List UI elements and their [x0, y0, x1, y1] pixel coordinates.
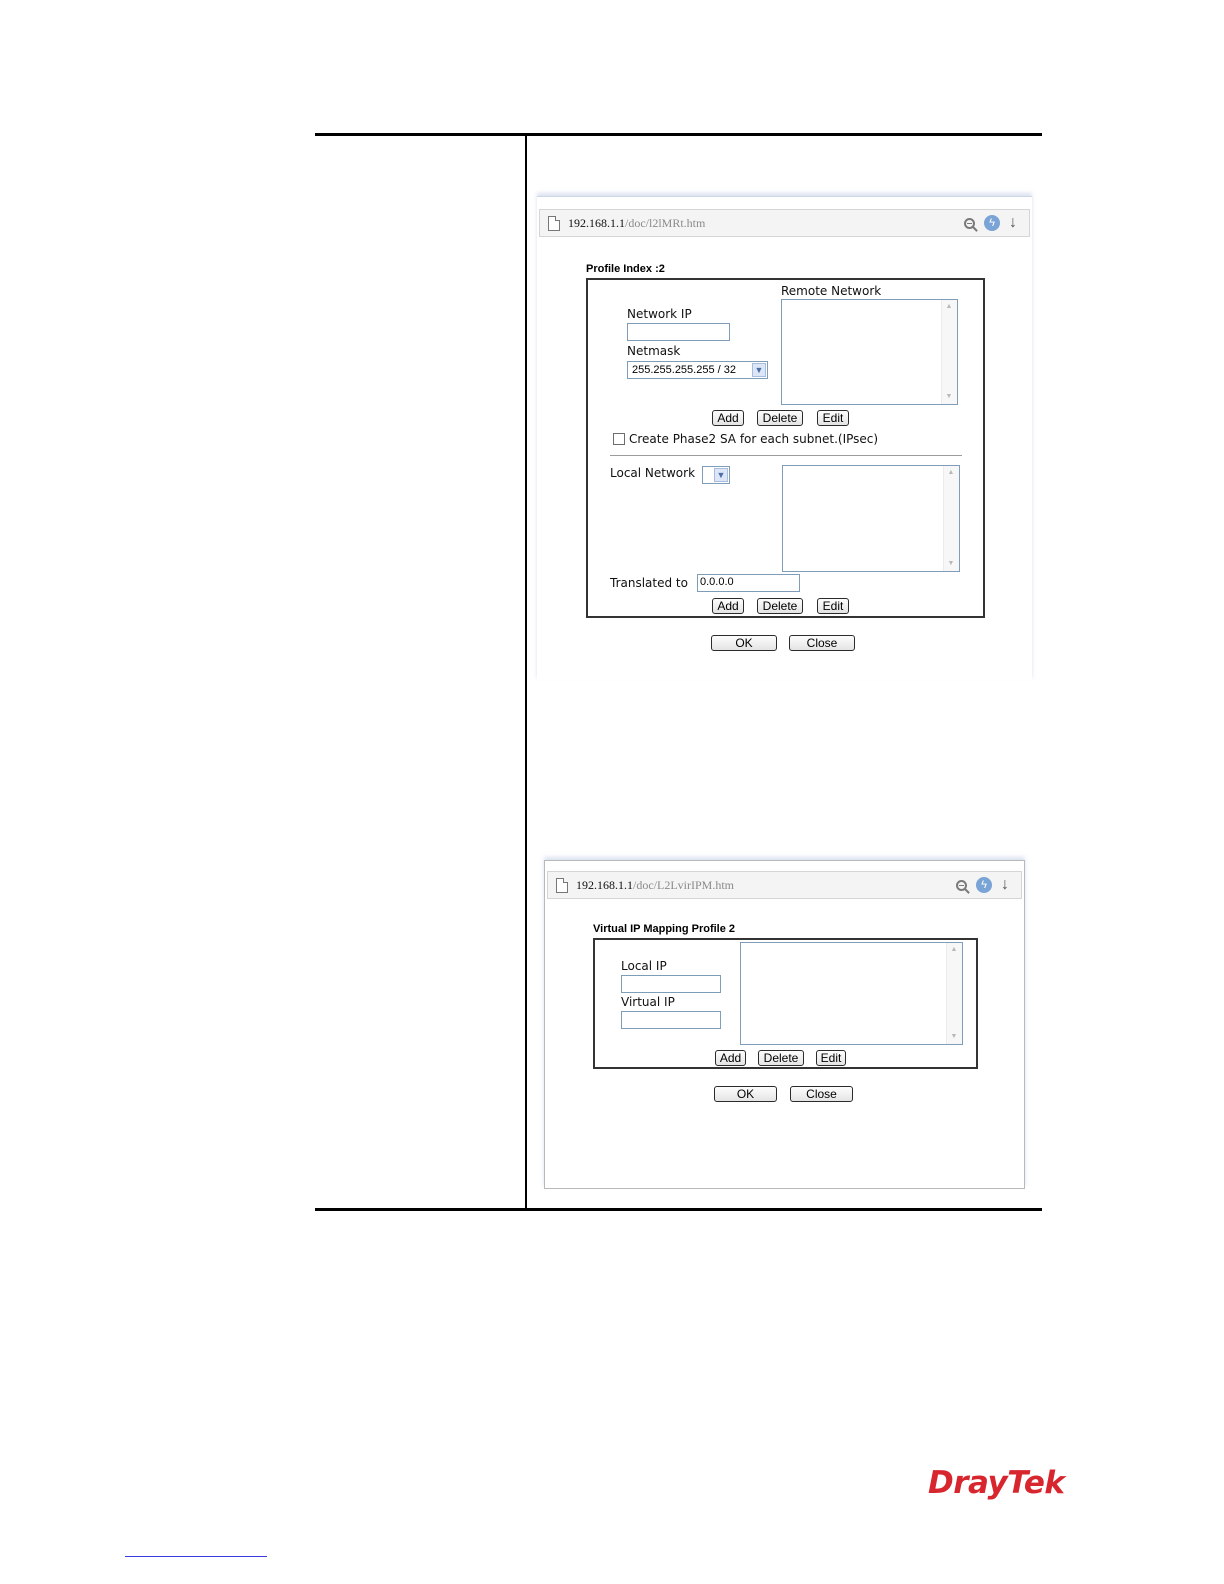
divider — [610, 455, 962, 456]
mapping-edit-button[interactable]: Edit — [816, 1050, 846, 1066]
phase2-checkbox[interactable] — [613, 433, 625, 445]
local-ip-input[interactable] — [621, 975, 721, 993]
ok-button[interactable]: OK — [711, 635, 777, 651]
close-button[interactable]: Close — [789, 635, 855, 651]
profile-index-title: Profile Index :2 — [586, 263, 665, 275]
translated-to-label: Translated to — [610, 576, 688, 590]
mapping-add-button[interactable]: Add — [715, 1050, 746, 1066]
chevron-down-icon[interactable]: ▼ — [714, 468, 728, 482]
table-bottom-rule — [315, 1208, 1042, 1211]
netmask-select[interactable]: 255.255.255.255 / 32 ▼ — [627, 361, 768, 379]
local-network-label: Local Network — [610, 466, 696, 480]
local-network-select[interactable]: ▼ — [702, 466, 730, 484]
address-bar[interactable]: 192.168.1.1/doc/L2LvirIPM.htm ϟ ↓ — [547, 871, 1022, 899]
scroll-up-icon[interactable]: ▲ — [946, 468, 956, 478]
network-ip-label: Network IP — [627, 307, 692, 321]
network-ip-input[interactable] — [627, 323, 730, 341]
ok-button[interactable]: OK — [714, 1086, 777, 1102]
address-url[interactable]: 192.168.1.1/doc/L2LvirIPM.htm — [576, 878, 956, 893]
chevron-down-icon[interactable]: ▼ — [752, 363, 766, 377]
scroll-down-icon[interactable]: ▼ — [944, 392, 954, 402]
translated-to-input[interactable]: 0.0.0.0 — [697, 574, 800, 592]
zoom-out-icon[interactable] — [956, 879, 967, 891]
local-ip-label: Local IP — [621, 959, 667, 973]
scrollbar[interactable]: ▲ ▼ — [946, 943, 962, 1044]
remote-edit-button[interactable]: Edit — [817, 410, 849, 426]
mapping-list[interactable]: ▲ ▼ — [740, 942, 963, 1045]
table-column-divider — [525, 135, 527, 1210]
scroll-down-icon[interactable]: ▼ — [946, 559, 956, 569]
scroll-up-icon[interactable]: ▲ — [949, 945, 959, 955]
local-network-list[interactable]: ▲ ▼ — [782, 465, 960, 572]
address-url[interactable]: 192.168.1.1/doc/l2lMRt.htm — [568, 216, 964, 231]
close-button[interactable]: Close — [790, 1086, 853, 1102]
bolt-icon[interactable]: ϟ — [984, 215, 1000, 231]
virtual-ip-label: Virtual IP — [621, 995, 675, 1009]
address-bar[interactable]: 192.168.1.1/doc/l2lMRt.htm ϟ ↓ — [539, 209, 1030, 237]
virtual-ip-mapping-window: 192.168.1.1/doc/L2LvirIPM.htm ϟ ↓ Virtua… — [544, 860, 1025, 1189]
remote-network-label: Remote Network — [781, 284, 882, 298]
mapping-panel: Local IP Virtual IP ▲ ▼ Add Delete Edit — [593, 938, 978, 1069]
zoom-out-icon[interactable] — [964, 217, 975, 229]
remote-add-button[interactable]: Add — [712, 410, 744, 426]
scrollbar[interactable]: ▲ ▼ — [941, 300, 957, 404]
virtual-ip-input[interactable] — [621, 1011, 721, 1029]
scroll-up-icon[interactable]: ▲ — [944, 302, 954, 312]
table-top-rule — [315, 133, 1042, 136]
download-icon[interactable]: ↓ — [1005, 214, 1021, 232]
local-add-button[interactable]: Add — [712, 598, 744, 614]
phase2-label: Create Phase2 SA for each subnet.(IPsec) — [629, 432, 879, 446]
local-edit-button[interactable]: Edit — [817, 598, 849, 614]
local-delete-button[interactable]: Delete — [757, 598, 803, 614]
page-icon — [548, 215, 560, 231]
virtual-ip-mapping-title: Virtual IP Mapping Profile 2 — [593, 923, 736, 935]
remote-network-list[interactable]: ▲ ▼ — [781, 299, 958, 405]
download-icon[interactable]: ↓ — [997, 876, 1013, 894]
remote-delete-button[interactable]: Delete — [757, 410, 803, 426]
mapping-delete-button[interactable]: Delete — [758, 1050, 804, 1066]
profile-panel: Remote Network Network IP Netmask 255.25… — [586, 278, 985, 618]
scrollbar[interactable]: ▲ ▼ — [943, 466, 959, 571]
bolt-icon[interactable]: ϟ — [976, 877, 992, 893]
page-icon — [556, 877, 568, 893]
remote-network-window: 192.168.1.1/doc/l2lMRt.htm ϟ ↓ Profile I… — [537, 196, 1032, 681]
netmask-label: Netmask — [627, 344, 681, 358]
draytek-logo: DrayTek — [928, 1465, 1065, 1501]
footer-link-underline — [125, 1556, 267, 1557]
scroll-down-icon[interactable]: ▼ — [949, 1032, 959, 1042]
